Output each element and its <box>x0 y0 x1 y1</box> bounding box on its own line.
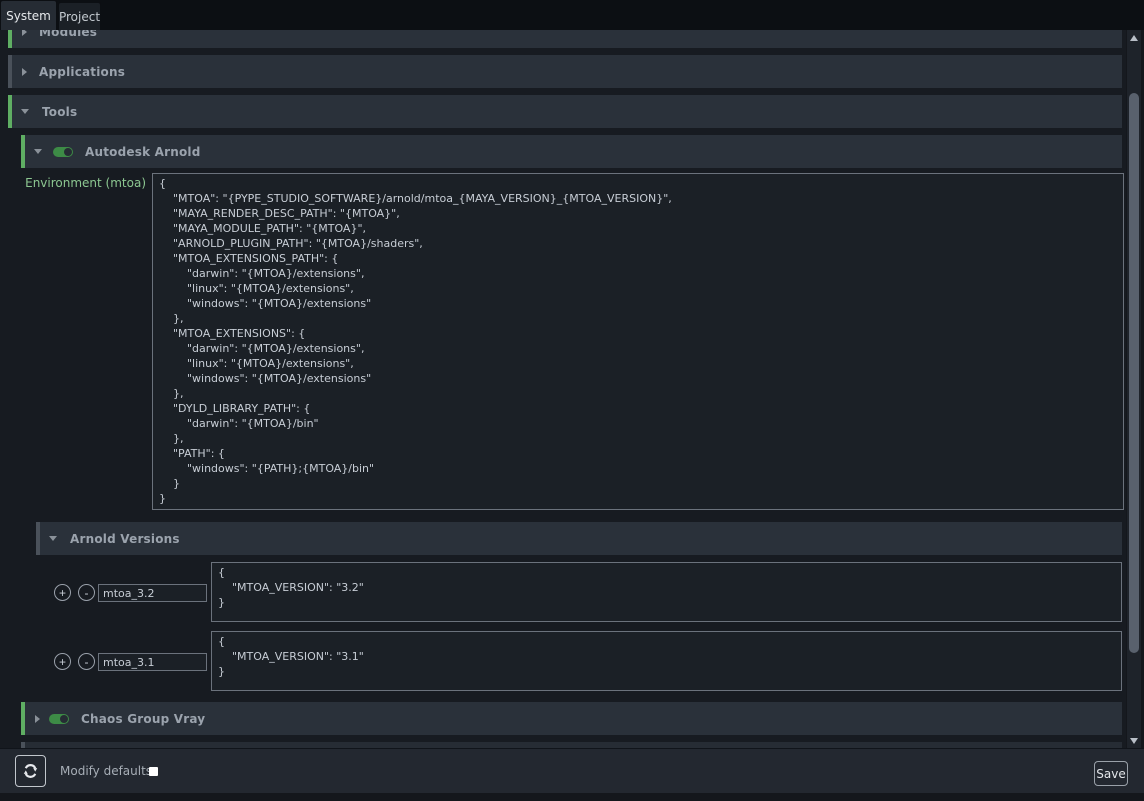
section-modules[interactable]: Modules <box>8 30 1122 48</box>
scrollbar-thumb[interactable] <box>1129 93 1139 653</box>
section-arnold-label: Autodesk Arnold <box>85 145 201 159</box>
section-modules-label: Modules <box>39 30 97 39</box>
section-applications[interactable]: Applications <box>8 55 1122 88</box>
chevron-down-icon[interactable] <box>34 149 42 154</box>
modify-defaults-label: Modify defaults <box>60 764 152 778</box>
scroll-up-button[interactable] <box>1127 30 1141 45</box>
modify-defaults-checkbox[interactable] <box>149 767 158 776</box>
tab-system-label: System <box>6 9 51 23</box>
settings-window: System Project Modules Applications Tool… <box>0 0 1144 801</box>
arnold-enabled-toggle[interactable] <box>53 147 73 157</box>
chevron-down-icon[interactable] <box>49 536 57 541</box>
toggle-knob <box>64 148 72 156</box>
tab-system[interactable]: System <box>0 0 57 30</box>
vertical-scrollbar[interactable] <box>1127 30 1141 748</box>
vray-enabled-toggle[interactable] <box>49 714 69 724</box>
section-vray-label: Chaos Group Vray <box>81 712 205 726</box>
chevron-down-icon[interactable] <box>21 109 29 114</box>
version-key-input[interactable] <box>98 653 207 671</box>
remove-version-button[interactable]: - <box>78 584 95 601</box>
refresh-icon <box>22 763 39 779</box>
section-arnold-versions-label: Arnold Versions <box>70 532 180 546</box>
add-version-button[interactable]: + <box>54 584 71 601</box>
section-arnold-versions[interactable]: Arnold Versions <box>36 522 1122 555</box>
arrow-down-icon <box>1130 738 1138 744</box>
version-value-editor[interactable]: { "MTOA_VERSION": "3.2" } <box>211 562 1122 622</box>
section-tools[interactable]: Tools <box>8 95 1122 128</box>
chevron-right-icon[interactable] <box>22 68 27 76</box>
refresh-button[interactable] <box>15 755 46 787</box>
environment-mtoa-editor[interactable]: { "MTOA": "{PYPE_STUDIO_SOFTWARE}/arnold… <box>152 173 1124 510</box>
section-tools-label: Tools <box>42 105 77 119</box>
arrow-up-icon <box>1130 35 1138 41</box>
environment-mtoa-label: Environment (mtoa) <box>0 176 146 190</box>
tab-project[interactable]: Project <box>58 2 101 30</box>
chevron-right-icon[interactable] <box>35 715 40 723</box>
version-value-editor[interactable]: { "MTOA_VERSION": "3.1" } <box>211 631 1122 691</box>
remove-version-button[interactable]: - <box>78 653 95 670</box>
add-version-button[interactable]: + <box>54 653 71 670</box>
version-key-input[interactable] <box>98 584 207 602</box>
footer-bar: Modify defaults Save <box>0 748 1144 793</box>
settings-panel: Modules Applications Tools Autodesk Arno… <box>0 30 1126 748</box>
section-autodesk-arnold[interactable]: Autodesk Arnold <box>21 135 1122 168</box>
toggle-knob <box>60 715 68 723</box>
scroll-down-button[interactable] <box>1127 733 1141 748</box>
section-chaos-group-vray[interactable]: Chaos Group Vray <box>21 702 1122 735</box>
tab-bar: System Project <box>0 0 1144 30</box>
chevron-right-icon[interactable] <box>22 30 27 36</box>
tab-project-label: Project <box>59 10 100 24</box>
section-applications-label: Applications <box>39 65 125 79</box>
save-button[interactable]: Save <box>1094 761 1128 786</box>
